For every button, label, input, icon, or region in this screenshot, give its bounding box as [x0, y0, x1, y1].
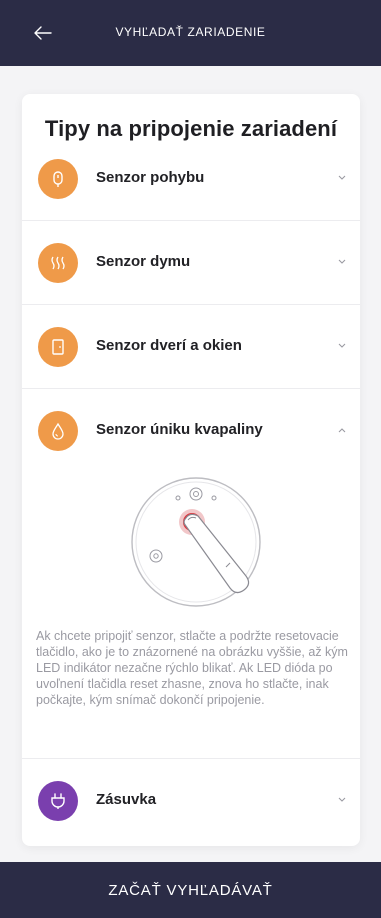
- leak-sensor-instructions: Ak chcete pripojiť senzor, stlačte a pod…: [36, 629, 348, 707]
- accordion-item-door-window-sensor[interactable]: Senzor dverí a okien: [22, 306, 360, 388]
- accordion-item-label: Senzor dverí a okien: [96, 337, 242, 354]
- chevron-down-icon: [336, 794, 348, 806]
- water-drop-icon: [38, 411, 78, 451]
- chevron-up-icon: [336, 424, 348, 436]
- reset-button-illustration: [126, 472, 266, 612]
- accordion-item-motion-sensor[interactable]: Senzor pohybu: [22, 138, 360, 220]
- accordion-item-label: Zásuvka: [96, 791, 157, 808]
- tips-card: Tipy na pripojenie zariadení Senzor pohy…: [22, 94, 360, 846]
- accordion-item-smoke-sensor[interactable]: Senzor dymu: [22, 222, 360, 304]
- smoke-waves-icon: [38, 243, 78, 283]
- page-title: VYHĽADAŤ ZARIADENIE: [115, 25, 266, 39]
- accordion-item-label: Senzor dymu: [96, 253, 191, 270]
- divider: [22, 758, 360, 759]
- divider: [22, 220, 360, 221]
- start-search-button[interactable]: ZAČAŤ VYHĽADÁVAŤ: [0, 862, 381, 918]
- accordion-item-label: Senzor úniku kvapaliny: [96, 421, 263, 438]
- chevron-down-icon: [336, 172, 348, 184]
- accordion-item-label: Senzor pohybu: [96, 169, 205, 186]
- divider: [22, 388, 360, 389]
- chevron-down-icon: [336, 256, 348, 268]
- door-icon: [38, 327, 78, 367]
- plug-icon: [38, 781, 78, 821]
- motion-sensor-icon: [38, 159, 78, 199]
- divider: [22, 304, 360, 305]
- start-search-label: ZAČAŤ VYHĽADÁVAŤ: [108, 882, 273, 899]
- accordion-item-socket[interactable]: Zásuvka: [22, 760, 360, 842]
- top-bar: VYHĽADAŤ ZARIADENIE: [0, 0, 381, 66]
- chevron-down-icon: [336, 340, 348, 352]
- accordion-item-leak-sensor[interactable]: Senzor úniku kvapaliny: [22, 390, 360, 472]
